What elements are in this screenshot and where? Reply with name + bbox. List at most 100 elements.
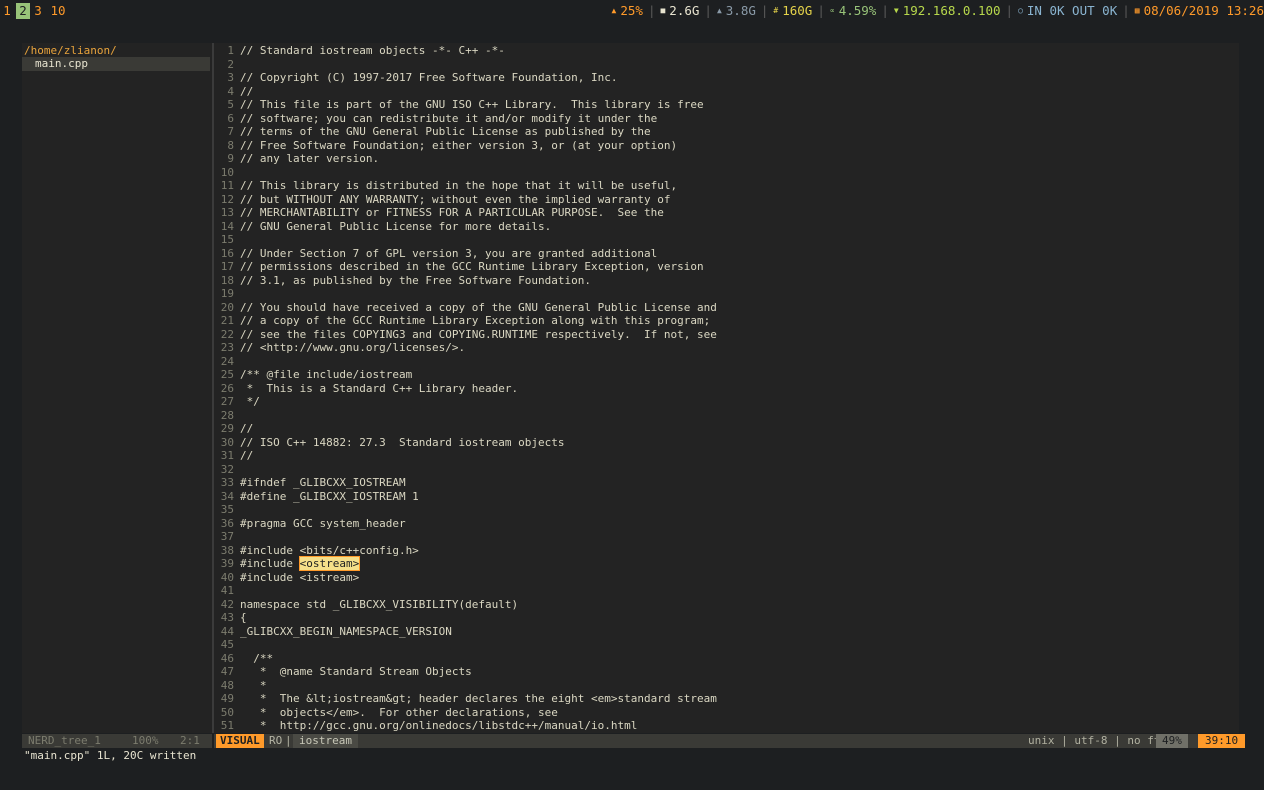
code-line[interactable]: 35: [214, 503, 1239, 517]
code-line[interactable]: 1 // Standard iostream objects -*- C++ -*…: [214, 44, 1239, 58]
code-line[interactable]: 42 namespace std _GLIBCXX_VISIBILITY(defa…: [214, 598, 1239, 612]
code-line[interactable]: 10: [214, 166, 1239, 180]
swap-icon: ▲: [716, 6, 722, 15]
line-number: 17: [220, 260, 234, 273]
code-line[interactable]: 11 // This library is distributed in the …: [214, 179, 1239, 193]
line-number: 6: [227, 111, 234, 125]
cpu-widget: ▲ 25%: [607, 0, 648, 22]
code-line[interactable]: 5 // This file is part of the GNU ISO C++…: [214, 98, 1239, 112]
tree-position: 2:1: [180, 734, 200, 747]
line-number: 20: [220, 300, 234, 314]
line-number: 10: [220, 165, 234, 179]
code-line[interactable]: 27 */: [214, 395, 1239, 409]
code-line[interactable]: 2: [214, 58, 1239, 72]
line-text: * This is a Standard C++ Library header.: [240, 381, 519, 395]
line-number: 14: [220, 219, 234, 233]
code-line[interactable]: 40 #include <istream>: [214, 571, 1239, 585]
vim-editor: /home/zlianon/ main.cpp 1 // Standard ios…: [22, 43, 1239, 733]
code-line[interactable]: 3 // Copyright (C) 1997-2017 Free Softwar…: [214, 71, 1239, 85]
code-line[interactable]: 13 // MERCHANTABILITY or FITNESS FOR A PA…: [214, 206, 1239, 220]
code-line[interactable]: 46 /**: [214, 652, 1239, 666]
line-text: // terms of the GNU General Public Licen…: [240, 125, 651, 138]
line-text: // Standard iostream objects -*- C++ -*-: [240, 44, 505, 57]
line-number: 32: [220, 462, 234, 476]
code-line[interactable]: 30 // ISO C++ 14882: 27.3 Standard iostre…: [214, 436, 1239, 450]
line-text: * @name Standard Stream Objects: [240, 665, 472, 678]
code-line[interactable]: 48 *: [214, 679, 1239, 693]
line-text: #include <ostream>: [240, 556, 361, 571]
workspace-3[interactable]: 3: [33, 0, 43, 22]
line-number: 45: [220, 638, 234, 651]
code-line[interactable]: 43 {: [214, 611, 1239, 625]
separator: |: [1122, 3, 1130, 18]
code-line[interactable]: 18 // 3.1, as published by the Free Softw…: [214, 274, 1239, 288]
code-line[interactable]: 28: [214, 409, 1239, 423]
line-text: // permissions described in the GCC Runt…: [240, 260, 704, 273]
tree-file-item[interactable]: main.cpp: [22, 57, 210, 71]
workspace-2[interactable]: 2: [16, 3, 30, 19]
line-number: 15: [220, 233, 234, 246]
line-text: // a copy of the GCC Runtime Library Exc…: [240, 314, 711, 327]
line-number: 48: [220, 678, 234, 692]
code-line[interactable]: 6 // software; you can redistribute it an…: [214, 112, 1239, 126]
code-line[interactable]: 16 // Under Section 7 of GPL version 3, y…: [214, 247, 1239, 261]
line-number: 23: [220, 341, 234, 354]
code-line[interactable]: 36 #pragma GCC system_header: [214, 517, 1239, 531]
code-line[interactable]: 24: [214, 355, 1239, 369]
cursor-position: 39:10: [1198, 734, 1246, 748]
command-line[interactable]: "main.cpp" 1L, 20C written: [24, 749, 196, 763]
code-line[interactable]: 25 /** @file include/iostream: [214, 368, 1239, 382]
code-line[interactable]: 51 * http://gcc.gnu.org/onlinedocs/libst…: [214, 719, 1239, 733]
nerdtree-panel: /home/zlianon/ main.cpp: [22, 43, 212, 733]
code-buffer[interactable]: 1 // Standard iostream objects -*- C++ -*…: [214, 44, 1239, 733]
code-line[interactable]: 22 // see the files COPYING3 and COPYING.…: [214, 328, 1239, 342]
code-line[interactable]: 21 // a copy of the GCC Runtime Library E…: [214, 314, 1239, 328]
code-line[interactable]: 31 //: [214, 449, 1239, 463]
code-line[interactable]: 39 #include <ostream>: [214, 556, 1239, 571]
code-line[interactable]: 8 // Free Software Foundation; either ver…: [214, 139, 1239, 153]
code-line[interactable]: 19: [214, 287, 1239, 301]
code-line[interactable]: 17 // permissions described in the GCC Ru…: [214, 260, 1239, 274]
code-line[interactable]: 23 // <http://www.gnu.org/licenses/>.: [214, 341, 1239, 355]
line-number: 40: [220, 570, 234, 584]
code-line[interactable]: 15: [214, 233, 1239, 247]
line-text: // software; you can redistribute it and…: [240, 111, 658, 125]
code-line[interactable]: 26 * This is a Standard C++ Library head…: [214, 382, 1239, 396]
tree-root-dir[interactable]: /home/zlianon/: [24, 44, 117, 58]
line-text: namespace std _GLIBCXX_VISIBILITY(defaul…: [240, 597, 519, 611]
code-line[interactable]: 50 * objects</em>. For other declaration…: [214, 706, 1239, 720]
status-widgets: ▲ 25% | ■ 2.6G | ▲ 3.8G | # 160G | ∝ 4.5…: [607, 0, 1264, 22]
workspace-10[interactable]: 10: [48, 0, 68, 22]
line-number: 30: [220, 435, 234, 449]
line-text-prefix: #include: [240, 557, 300, 570]
workspace-1[interactable]: 1: [2, 0, 12, 22]
line-text: // Under Section 7 of GPL version 3, you…: [240, 246, 658, 260]
code-line[interactable]: 32: [214, 463, 1239, 477]
line-text: //: [240, 84, 254, 98]
code-line[interactable]: 7 // terms of the GNU General Public Lice…: [214, 125, 1239, 139]
code-line[interactable]: 9 // any later version.: [214, 152, 1239, 166]
code-line[interactable]: 44 _GLIBCXX_BEGIN_NAMESPACE_VERSION: [214, 625, 1239, 639]
code-line[interactable]: 14 // GNU General Public License for more…: [214, 220, 1239, 234]
code-line[interactable]: 37: [214, 530, 1239, 544]
code-line[interactable]: 49 * The &lt;iostream&gt; header declare…: [214, 692, 1239, 706]
line-number: 29: [220, 422, 234, 435]
datetime-value: 08/06/2019 13:26: [1143, 3, 1264, 18]
code-line[interactable]: 34 #define _GLIBCXX_IOSTREAM 1: [214, 490, 1239, 504]
code-line[interactable]: 12 // but WITHOUT ANY WARRANTY; without e…: [214, 193, 1239, 207]
visual-selection[interactable]: <ostream>: [298, 556, 361, 571]
code-line[interactable]: 45: [214, 638, 1239, 652]
line-number: 38: [220, 543, 234, 557]
line-number: 33: [220, 476, 234, 489]
line-text: // MERCHANTABILITY or FITNESS FOR A PART…: [240, 206, 664, 219]
code-line[interactable]: 29 //: [214, 422, 1239, 436]
code-line[interactable]: 20 // You should have received a copy of …: [214, 301, 1239, 315]
code-line[interactable]: 47 * @name Standard Stream Objects: [214, 665, 1239, 679]
code-line[interactable]: 33 #ifndef _GLIBCXX_IOSTREAM: [214, 476, 1239, 490]
code-line[interactable]: 4 //: [214, 85, 1239, 99]
line-number: 36: [220, 516, 234, 530]
network-ip-widget: ▼ 192.168.0.100: [889, 0, 1006, 22]
code-line[interactable]: 38 #include <bits/c++config.h>: [214, 544, 1239, 558]
line-number: 12: [220, 192, 234, 206]
code-line[interactable]: 41: [214, 584, 1239, 598]
